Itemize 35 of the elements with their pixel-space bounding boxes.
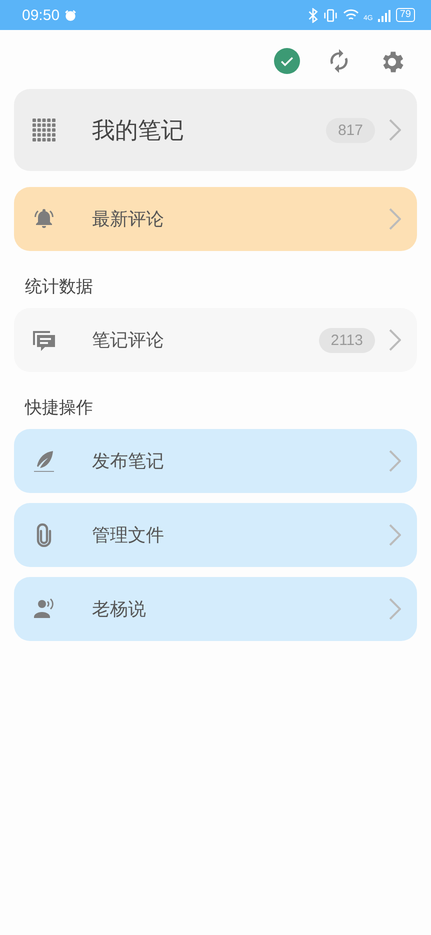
chevron-right-icon: [389, 208, 401, 230]
menu-card[interactable]: 管理文件: [14, 503, 417, 567]
battery-level: 79: [396, 8, 415, 22]
bluetooth-icon: [308, 8, 318, 22]
chevron-right-icon: [389, 450, 401, 472]
status-time: 09:50: [22, 6, 60, 24]
chevron-right-icon: [389, 119, 401, 141]
wifi-icon: [342, 8, 359, 22]
speaking-person-icon: [32, 597, 56, 621]
signal-icon: [378, 8, 391, 22]
section-title: 快捷操作: [25, 397, 94, 419]
card-label: 老杨说: [92, 598, 147, 621]
menu-card[interactable]: 最新评论: [14, 187, 417, 251]
bell-icon: [32, 207, 56, 231]
card-label: 笔记评论: [92, 329, 165, 352]
alarm-icon: [64, 8, 77, 22]
chat-icon: [32, 328, 56, 352]
menu-card[interactable]: 老杨说: [14, 577, 417, 641]
card-label: 最新评论: [92, 208, 165, 231]
count-badge: 817: [326, 118, 375, 142]
feather-icon: [32, 449, 56, 473]
chevron-right-icon: [389, 524, 401, 546]
section-title: 统计数据: [25, 276, 94, 298]
vibrate-icon: [322, 8, 338, 22]
check-icon[interactable]: [274, 48, 300, 74]
chevron-right-icon: [389, 329, 401, 351]
count-badge: 2113: [318, 328, 375, 352]
grid-icon: [32, 118, 56, 142]
menu-card[interactable]: 发布笔记: [14, 429, 417, 493]
menu-card[interactable]: 我的笔记 817: [14, 89, 417, 171]
chevron-right-icon: [389, 598, 401, 620]
card-label: 我的笔记: [92, 116, 185, 146]
menu-card[interactable]: 笔记评论 2113: [14, 308, 417, 372]
card-label: 管理文件: [92, 524, 165, 547]
card-label: 发布笔记: [92, 450, 165, 473]
